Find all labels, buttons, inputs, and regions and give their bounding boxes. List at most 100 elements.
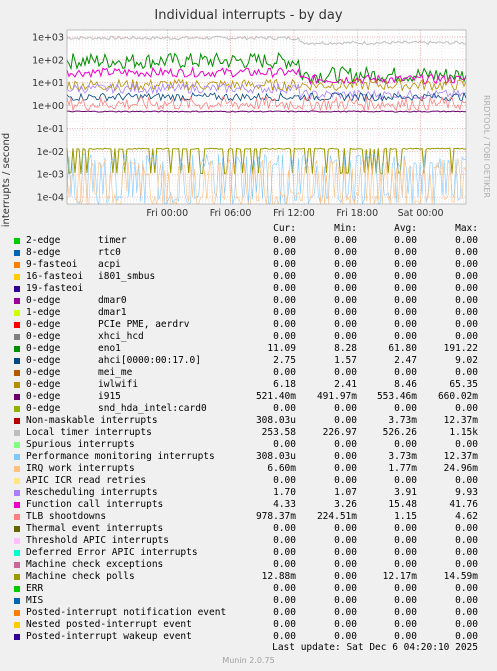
legend-swatch <box>14 526 20 532</box>
legend-value-min: 0.00 <box>334 367 357 378</box>
x-tick-label: Fri 18:00 <box>336 208 378 219</box>
legend-series-name: 0-edge <box>26 403 61 414</box>
legend-series-name: 8-edge <box>26 247 61 258</box>
legend-row: Non-maskable interrupts 308.03u 0.00 3.73m 1… <box>0 415 497 427</box>
legend-swatch <box>14 418 20 424</box>
legend-value-min: 0.00 <box>334 283 357 294</box>
legend-value-min: 0.00 <box>334 475 357 486</box>
x-tick-label: Fri 06:00 <box>210 208 252 219</box>
legend-value-max: 0.00 <box>455 247 478 258</box>
legend-swatch <box>14 610 20 616</box>
legend-device-name: mei_me <box>98 367 133 378</box>
legend-row: 19-fasteoi 0.00 0.00 0.00 0.00 <box>0 283 497 295</box>
legend-value-cur: 978.37m <box>255 511 296 522</box>
legend-value-min: 1.57 <box>334 355 357 366</box>
legend-row: MIS 0.00 0.00 0.00 0.00 <box>0 595 497 607</box>
legend-value-min: 0.00 <box>334 415 357 426</box>
legend-value-max: 4.62 <box>455 511 478 522</box>
legend-swatch <box>14 586 20 592</box>
legend-series-name: 16-fasteoi <box>26 271 84 282</box>
legend-value-min: 491.97m <box>316 391 357 402</box>
legend-value-cur: 253.58 <box>261 427 296 438</box>
legend-row: 8-edge 0.00 0.00 0.00 0.00 rtc0 <box>0 247 497 259</box>
y-tick-label: 1e-04 <box>37 193 64 204</box>
legend-value-max: 0.00 <box>455 367 478 378</box>
legend-value-cur: 0.00 <box>273 523 296 534</box>
legend-value-cur: 0.00 <box>273 403 296 414</box>
chart-plot: 1e+03 1e+02 1e+01 1e+00 1e-01 1e-02 1e-03 1e-04… <box>32 29 467 219</box>
legend-swatch <box>14 286 20 292</box>
legend-swatch <box>14 334 20 340</box>
legend-value-min: 0.00 <box>334 403 357 414</box>
legend-value-cur: 0.00 <box>273 283 296 294</box>
legend-value-min: 0.00 <box>334 319 357 330</box>
legend-series-name: 9-fasteoi <box>26 259 78 270</box>
legend-row: 0-edge 0.00 0.00 0.00 0.00 xhci_hcd <box>0 331 497 343</box>
legend-series-name: 0-edge <box>26 295 61 306</box>
legend-swatch <box>14 322 20 328</box>
legend-value-cur: 0.00 <box>273 559 296 570</box>
legend-header: Cur: Min: Avg: Max: <box>0 223 497 235</box>
legend-value-max: 0.00 <box>455 439 478 450</box>
legend-value-max: 191.22 <box>443 343 478 354</box>
legend-value-avg: 3.73m <box>388 415 417 426</box>
legend: 2-edge 0.00 0.00 0.00 0.00 timer 8-edge 0.00 0.0… <box>0 235 497 643</box>
legend-value-min: 226.97 <box>322 427 357 438</box>
legend-series-name: ERR <box>26 583 44 594</box>
legend-series-name: Posted-interrupt notification event <box>26 607 227 618</box>
legend-value-min: 0.00 <box>334 595 357 606</box>
legend-value-avg: 526.26 <box>382 427 417 438</box>
legend-value-cur: 0.00 <box>273 475 296 486</box>
legend-device-name: i801_smbus <box>98 271 156 282</box>
legend-row: Nested posted-interrupt event 0.00 0.00 0.0… <box>0 619 497 631</box>
legend-series-name: 0-edge <box>26 319 61 330</box>
legend-value-max: 1.15k <box>449 427 478 438</box>
legend-header-min: Min: <box>334 223 357 234</box>
legend-value-avg: 0.00 <box>394 283 417 294</box>
legend-value-max: 9.02 <box>455 355 478 366</box>
legend-value-max: 0.00 <box>455 235 478 246</box>
legend-series-name: Rescheduling interrupts <box>26 487 158 498</box>
legend-value-avg: 0.00 <box>394 535 417 546</box>
legend-value-max: 0.00 <box>455 403 478 414</box>
legend-swatch <box>14 394 20 400</box>
legend-value-cur: 2.75 <box>273 355 296 366</box>
legend-value-cur: 0.00 <box>273 247 296 258</box>
legend-swatch <box>14 562 20 568</box>
footer-version: Munin 2.0.75 <box>222 656 275 665</box>
legend-swatch <box>14 442 20 448</box>
legend-series-name: MIS <box>26 595 44 606</box>
legend-value-avg: 0.00 <box>394 475 417 486</box>
legend-row: Machine check exceptions 0.00 0.00 0.00 0.00 <box>0 559 497 571</box>
legend-row: 0-edge 0.00 0.00 0.00 0.00 dmar0 <box>0 295 497 307</box>
legend-value-max: 14.59m <box>443 571 478 582</box>
legend-value-cur: 0.00 <box>273 259 296 270</box>
legend-row: TLB shootdowns 978.37m 224.51m 1.15 4.62 <box>0 511 497 523</box>
legend-value-min: 0.00 <box>334 547 357 558</box>
legend-row: Thermal event interrupts 0.00 0.00 0.00 0.00 <box>0 523 497 535</box>
legend-value-cur: 0.00 <box>273 535 296 546</box>
legend-swatch <box>14 262 20 268</box>
legend-value-cur: 0.00 <box>273 595 296 606</box>
legend-header-cur: Cur: <box>273 223 296 234</box>
legend-value-avg: 0.00 <box>394 235 417 246</box>
legend-device-name: xhci_hcd <box>98 331 144 342</box>
legend-value-cur: 11.09 <box>267 343 296 354</box>
y-tick-label: 1e+01 <box>32 78 64 89</box>
legend-series-name: IRQ work interrupts <box>26 463 135 474</box>
legend-value-cur: 4.33 <box>273 499 296 510</box>
legend-device-name: rtc0 <box>98 247 121 258</box>
legend-device-name: dmar1 <box>98 307 127 318</box>
legend-device-name: PCIe PME, aerdrv <box>98 319 190 330</box>
legend-value-cur: 6.18 <box>273 379 296 390</box>
legend-value-cur: 12.88m <box>261 571 296 582</box>
legend-series-name: Deferred Error APIC interrupts <box>26 547 198 558</box>
legend-value-max: 12.37m <box>443 415 478 426</box>
legend-value-avg: 0.00 <box>394 247 417 258</box>
legend-swatch <box>14 454 20 460</box>
legend-value-min: 3.26 <box>334 499 357 510</box>
legend-swatch <box>14 466 20 472</box>
legend-series-name: 19-fasteoi <box>26 283 84 294</box>
legend-value-avg: 1.77m <box>388 463 417 474</box>
legend-swatch <box>14 358 20 364</box>
